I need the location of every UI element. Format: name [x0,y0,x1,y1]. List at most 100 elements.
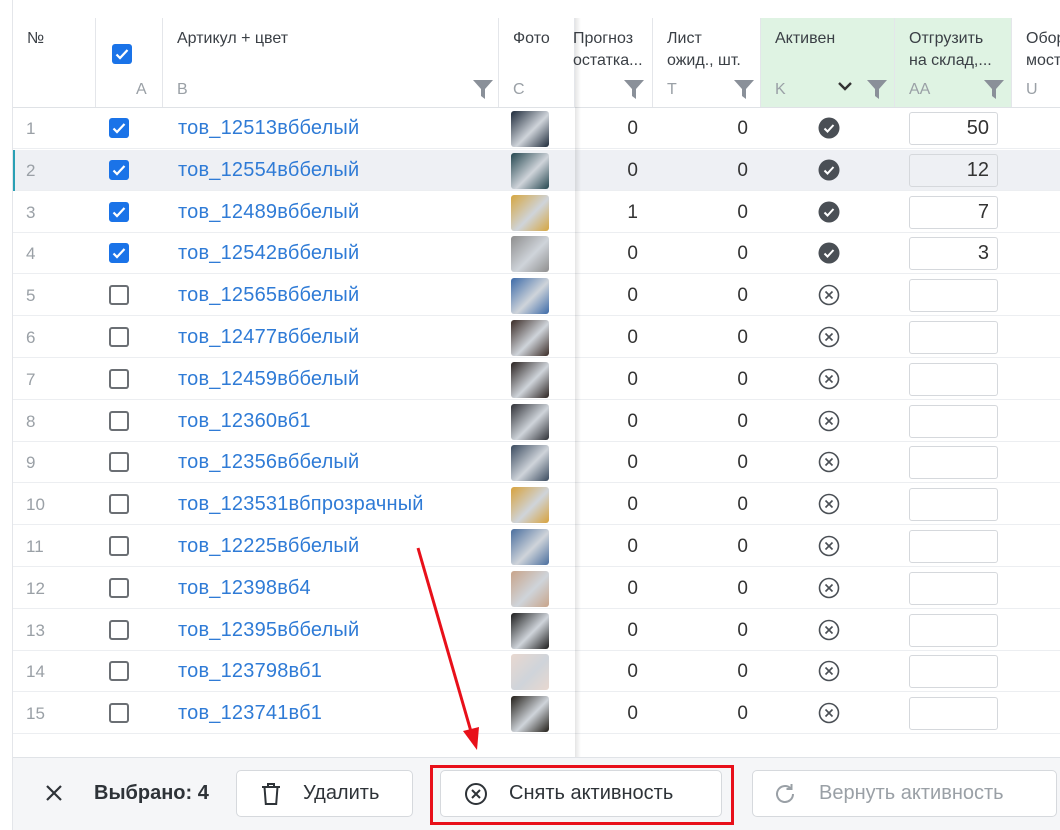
row-checkbox[interactable] [109,619,129,640]
row-checkbox[interactable] [109,536,129,556]
row-checkbox[interactable] [109,703,129,724]
inactive-cross-icon[interactable] [818,660,840,682]
inactive-cross-icon[interactable] [818,619,840,641]
sku-link[interactable]: тов_12542вббелый [178,233,359,274]
product-photo[interactable] [511,278,549,315]
sku-link[interactable]: тов_123798вб1 [178,651,322,692]
filter-icon[interactable] [866,78,888,102]
table-row[interactable]: 4 тов_12542вббелый 0 0 3 [13,233,1060,275]
filter-icon[interactable] [733,78,755,102]
product-photo[interactable] [511,654,549,691]
table-row[interactable]: 15 тов_123741вб1 0 0 [13,693,1060,735]
row-checkbox[interactable] [109,452,129,473]
sku-link[interactable]: тов_12356вббелый [178,442,359,483]
sku-link[interactable]: тов_12395вббелый [178,610,359,651]
sku-link[interactable]: тов_12489вббелый [178,192,359,233]
close-icon[interactable] [45,784,63,802]
ship-quantity-input[interactable] [909,697,998,731]
ship-quantity-input[interactable] [909,321,998,354]
header-forecast[interactable]: Прогноз остатка... [573,18,653,108]
header-waiting[interactable]: Лист ожид., шт. T [653,18,761,108]
chevron-down-icon[interactable] [837,80,853,92]
table-row[interactable]: 5 тов_12565вббелый 0 0 [13,275,1060,317]
inactive-cross-icon[interactable] [818,368,840,390]
ship-quantity-input[interactable]: 12 [909,153,998,187]
table-row[interactable]: 14 тов_123798вб1 0 0 [13,651,1060,693]
ship-quantity-input[interactable]: 7 [909,195,998,229]
sku-link[interactable]: тов_12513вббелый [178,108,359,149]
sku-link[interactable]: тов_12459вббелый [178,359,359,400]
header-turnover[interactable]: Обор мост U [1012,18,1060,108]
ship-quantity-input[interactable] [909,613,998,647]
table-row[interactable]: 2 тов_12554вббелый 0 0 12 [12,149,1060,191]
row-checkbox[interactable] [109,285,129,306]
product-photo[interactable] [511,194,549,231]
select-all-checkbox[interactable] [112,44,132,64]
row-checkbox[interactable] [109,368,129,389]
ship-quantity-input[interactable]: 3 [909,237,998,271]
product-photo[interactable] [511,445,549,482]
sku-link[interactable]: тов_123741вб1 [178,693,322,734]
row-checkbox[interactable] [109,661,129,682]
table-row[interactable]: 13 тов_12395вббелый 0 0 [13,610,1060,651]
inactive-cross-icon[interactable] [818,493,840,515]
product-photo[interactable] [511,111,549,147]
active-check-icon[interactable] [818,117,840,139]
table-row[interactable]: 1 тов_12513вббелый 0 0 50 [13,108,1060,149]
row-checkbox[interactable] [109,201,129,222]
table-row[interactable]: 11 тов_12225вббелый 0 0 [13,526,1060,567]
active-check-icon[interactable] [818,242,840,264]
restore-activity-button[interactable]: Вернуть активность [752,770,1057,817]
row-checkbox[interactable] [109,494,129,515]
header-ship[interactable]: Отгрузить на склад,... AA [895,18,1012,108]
ship-quantity-input[interactable] [909,571,998,605]
row-checkbox[interactable] [109,159,129,180]
row-checkbox[interactable] [109,410,129,431]
row-checkbox[interactable] [109,577,129,598]
row-checkbox[interactable] [109,327,129,347]
sku-link[interactable]: тов_12398вб4 [178,568,311,609]
filter-icon[interactable] [472,78,494,102]
ship-quantity-input[interactable] [909,404,998,438]
row-checkbox[interactable] [109,118,129,138]
ship-quantity-input[interactable] [909,446,998,480]
sku-link[interactable]: тов_123531вбпрозрачный [178,484,424,525]
table-row[interactable]: 6 тов_12477вббелый 0 0 [13,317,1060,358]
filter-icon[interactable] [983,78,1005,102]
inactive-cross-icon[interactable] [818,410,840,432]
ship-quantity-input[interactable] [909,362,998,396]
table-row[interactable]: 8 тов_12360вб1 0 0 [13,401,1060,442]
sku-link[interactable]: тов_12477вббелый [178,317,359,358]
ship-quantity-input[interactable] [909,530,998,563]
sku-link[interactable]: тов_12565вббелый [178,275,359,316]
ship-quantity-input[interactable] [909,488,998,522]
product-photo[interactable] [511,320,549,356]
inactive-cross-icon[interactable] [818,284,840,306]
product-photo[interactable] [511,236,549,273]
row-checkbox[interactable] [109,243,129,264]
header-active[interactable]: Активен K [761,18,895,108]
ship-quantity-input[interactable] [909,279,998,313]
inactive-cross-icon[interactable] [818,535,840,557]
inactive-cross-icon[interactable] [818,326,840,348]
ship-quantity-input[interactable] [909,655,998,689]
product-photo[interactable] [511,487,549,524]
active-check-icon[interactable] [818,201,840,223]
product-photo[interactable] [511,612,549,649]
header-sku[interactable]: Артикул + цвет B [163,18,499,108]
table-row[interactable]: 12 тов_12398вб4 0 0 [13,568,1060,609]
sku-link[interactable]: тов_12554вббелый [178,150,359,191]
product-photo[interactable] [511,152,549,189]
product-photo[interactable] [511,403,549,440]
filter-icon[interactable] [623,78,645,102]
delete-button[interactable]: Удалить [236,770,413,817]
table-row[interactable]: 3 тов_12489вббелый 1 0 7 [13,192,1060,233]
table-row[interactable]: 10 тов_123531вбпрозрачный 0 0 [13,484,1060,526]
inactive-cross-icon[interactable] [818,451,840,473]
sku-link[interactable]: тов_12225вббелый [178,526,359,567]
ship-quantity-input[interactable]: 50 [909,112,998,145]
product-photo[interactable] [511,570,549,607]
product-photo[interactable] [511,361,549,398]
sku-link[interactable]: тов_12360вб1 [178,401,311,442]
inactive-cross-icon[interactable] [818,702,840,724]
